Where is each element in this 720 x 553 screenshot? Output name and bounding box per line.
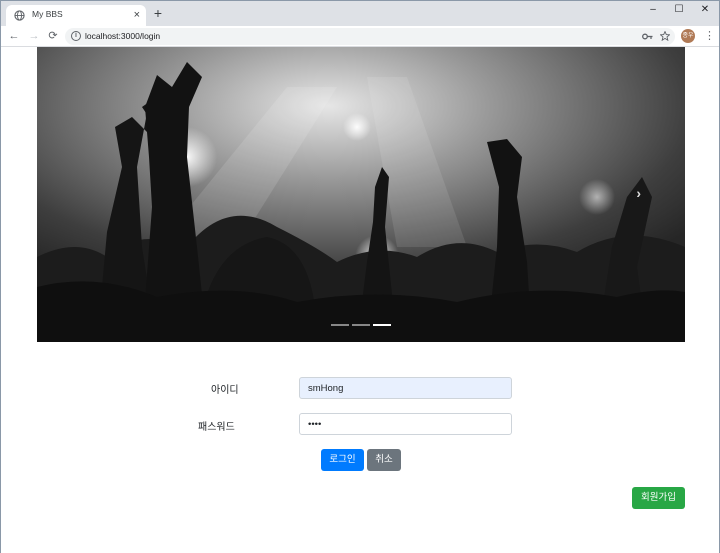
back-button[interactable]: ← [7, 29, 21, 43]
tab-title: My BBS [32, 9, 63, 19]
profile-avatar[interactable]: 종우 [681, 29, 695, 43]
id-label: 아이디 [211, 385, 239, 396]
url-text: localhost:3000/login [85, 31, 161, 41]
window-close-button[interactable]: ✕ [691, 3, 719, 19]
carousel-next-icon[interactable]: › [636, 185, 641, 201]
carousel-indicator-active[interactable] [373, 324, 391, 326]
signup-button[interactable]: 회원가입 [632, 487, 685, 509]
carousel-indicator[interactable] [352, 324, 370, 326]
carousel-indicators [331, 324, 391, 327]
star-icon[interactable] [660, 31, 670, 41]
new-tab-button[interactable]: + [151, 6, 165, 21]
password-input[interactable]: •••• [299, 413, 512, 435]
address-bar[interactable]: i localhost:3000/login [65, 28, 675, 45]
info-icon[interactable]: i [71, 31, 81, 41]
cancel-button[interactable]: 취소 [367, 449, 401, 471]
maximize-button[interactable]: ☐ [665, 3, 693, 19]
forward-button[interactable]: → [27, 29, 41, 43]
browser-window: My BBS × + – ☐ ✕ ← → ⟳ i localhost:3000/… [0, 0, 720, 553]
login-button[interactable]: 로그인 [321, 449, 364, 471]
kebab-menu-icon[interactable]: ⋮ [704, 29, 715, 43]
tab-close-icon[interactable]: × [134, 7, 140, 23]
password-label: 패스워드 [198, 422, 235, 433]
tab-strip: My BBS × + – ☐ ✕ [1, 1, 719, 26]
browser-tab[interactable]: My BBS × [6, 5, 146, 26]
browser-toolbar: ← → ⟳ i localhost:3000/login 종우 ⋮ [1, 26, 719, 47]
minimize-button[interactable]: – [639, 3, 667, 19]
page-content: › 아이디 smHong 패스워드 •••• 로그인 취소 회원가입 [1, 47, 719, 553]
carousel-indicator[interactable] [331, 324, 349, 326]
globe-icon [14, 10, 25, 21]
key-icon[interactable] [642, 32, 653, 41]
image-carousel: › [37, 47, 685, 342]
id-input[interactable]: smHong [299, 377, 512, 399]
reload-button[interactable]: ⟳ [46, 29, 60, 43]
concert-crowd-image [37, 47, 685, 342]
